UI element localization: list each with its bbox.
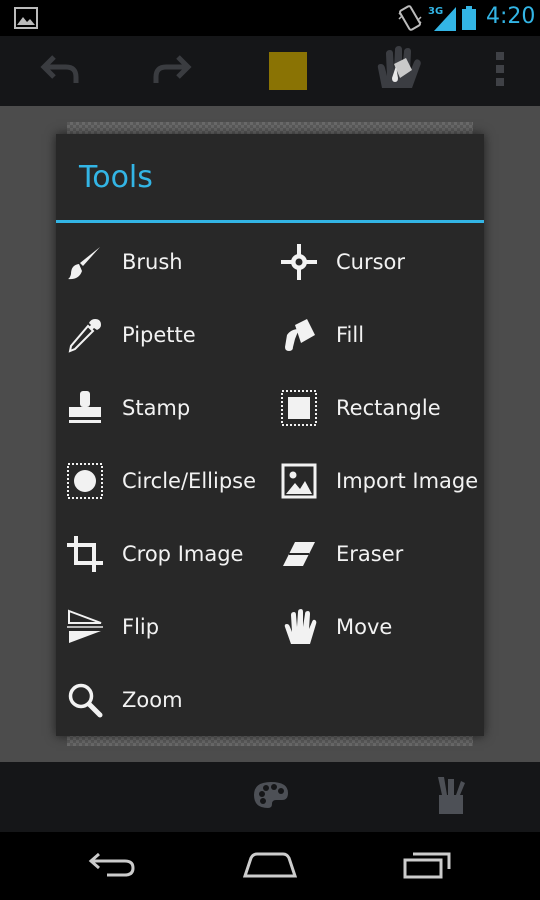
back-icon [87, 850, 137, 882]
color-button[interactable] [252, 36, 324, 106]
tool-brush[interactable]: Brush [66, 226, 272, 298]
bottom-bar [0, 762, 540, 832]
flip-icon [66, 608, 104, 646]
tool-import-image[interactable]: Import Image [280, 445, 480, 517]
tool-eraser[interactable]: Eraser [280, 518, 480, 590]
tool-rectangle[interactable]: Rectangle [280, 372, 480, 444]
navigation-bar [0, 832, 540, 900]
tool-label: Brush [122, 250, 183, 274]
redo-button[interactable] [136, 36, 208, 106]
tool-label: Circle/Ellipse [122, 469, 257, 493]
eraser-icon [280, 535, 318, 573]
crop-icon [66, 535, 104, 573]
status-bar: 3G 4:20 [0, 0, 540, 36]
undo-icon [40, 51, 80, 91]
tools-dialog: Tools Brush Cursor Pipette Fill Stamp Re… [56, 134, 484, 736]
stamp-icon [66, 389, 104, 427]
circle-ellipse-icon [66, 462, 104, 500]
tool-move[interactable]: Move [280, 591, 480, 663]
tool-label: Eraser [336, 542, 404, 566]
move-icon [280, 608, 318, 646]
tool-fill[interactable]: Fill [280, 299, 480, 371]
overflow-menu-icon [495, 51, 505, 91]
battery-icon [462, 6, 476, 34]
tool-zoom[interactable]: Zoom [66, 664, 272, 736]
tool-label: Flip [122, 615, 160, 639]
tool-circle-ellipse[interactable]: Circle/Ellipse [66, 445, 272, 517]
tool-label: Zoom [122, 688, 183, 712]
tool-label: Move [336, 615, 393, 639]
fill-icon [280, 316, 318, 354]
palette-icon [252, 780, 290, 814]
cursor-icon [280, 243, 318, 281]
dialog-title: Tools [79, 160, 153, 195]
tool-label: Cursor [336, 250, 406, 274]
tool-label: Import Image [336, 469, 479, 493]
redo-icon [152, 51, 192, 91]
clock: 4:20 [486, 4, 536, 29]
overflow-menu-button[interactable] [480, 36, 520, 106]
tool-label: Rectangle [336, 396, 441, 420]
tool-label: Fill [336, 323, 365, 347]
gallery-icon [14, 7, 38, 33]
current-tool-button[interactable] [364, 36, 440, 106]
title-divider [56, 220, 484, 223]
recent-apps-button[interactable] [368, 832, 488, 900]
brush-icon [66, 243, 104, 281]
action-bar [0, 36, 540, 106]
rectangle-icon [280, 389, 318, 427]
signal-icon: 3G [428, 4, 458, 36]
back-button[interactable] [52, 832, 172, 900]
network-type: 3G [428, 6, 443, 17]
tool-label: Crop Image [122, 542, 244, 566]
tool-cursor[interactable]: Cursor [280, 226, 480, 298]
tool-label: Stamp [122, 396, 191, 420]
vibrate-icon [398, 5, 422, 35]
color-swatch [269, 52, 307, 90]
zoom-icon [66, 681, 104, 719]
home-icon [242, 850, 298, 882]
palette-button[interactable] [236, 762, 306, 832]
undo-button[interactable] [24, 36, 96, 106]
tool-fill-icon [372, 44, 432, 98]
tools-button[interactable] [416, 762, 486, 832]
tool-crop-image[interactable]: Crop Image [66, 518, 272, 590]
tool-flip[interactable]: Flip [66, 591, 272, 663]
canvas-top-edge [67, 122, 473, 134]
tools-icon [434, 775, 468, 819]
tool-pipette[interactable]: Pipette [66, 299, 272, 371]
pipette-icon [66, 316, 104, 354]
tool-stamp[interactable]: Stamp [66, 372, 272, 444]
recent-apps-icon [403, 849, 453, 883]
tool-label: Pipette [122, 323, 196, 347]
home-button[interactable] [210, 832, 330, 900]
import-image-icon [280, 462, 318, 500]
